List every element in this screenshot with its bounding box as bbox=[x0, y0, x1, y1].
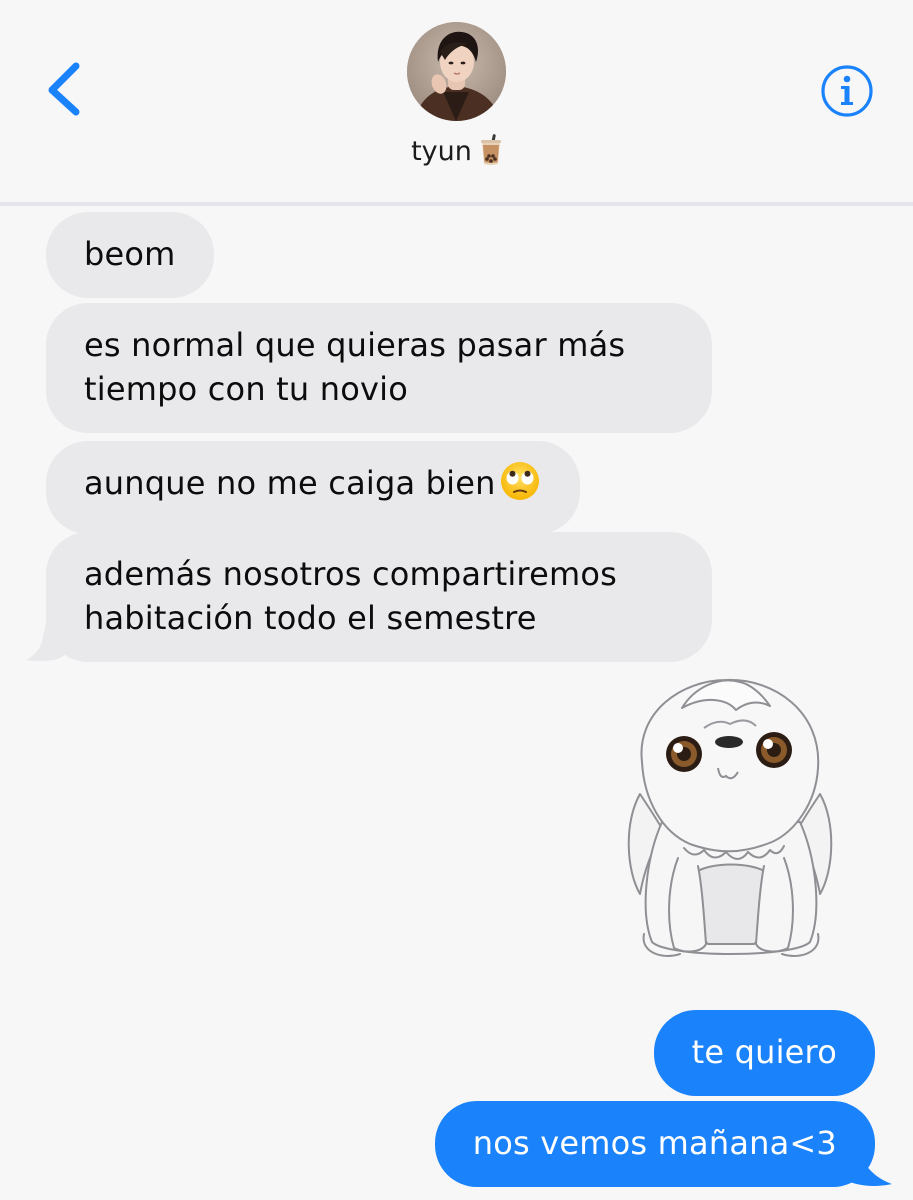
message-text: aunque no me caiga bien bbox=[84, 464, 496, 502]
contact-photo bbox=[407, 22, 506, 121]
conversation-header: tyun bbox=[0, 0, 913, 202]
contact-avatar[interactable] bbox=[407, 22, 506, 121]
message-text: beom bbox=[84, 235, 176, 273]
message-text-line: es normal que quieras pasar más bbox=[84, 326, 626, 364]
header-divider bbox=[0, 202, 913, 206]
contact-name-row[interactable]: tyun bbox=[0, 134, 913, 175]
message-bubble-outgoing[interactable]: te quiero bbox=[653, 1010, 875, 1096]
outgoing-bubble-tail bbox=[840, 1144, 892, 1186]
incoming-bubble-tail bbox=[26, 622, 68, 661]
eye-roll-emoji-icon bbox=[498, 461, 542, 512]
message-bubble-incoming[interactable]: aunque no me caiga bien bbox=[46, 441, 580, 534]
message-bubble-outgoing[interactable]: nos vemos mañana<3 bbox=[434, 1101, 875, 1187]
bubble-tea-icon bbox=[480, 134, 502, 175]
info-circle-icon bbox=[821, 65, 873, 117]
message-bubble-incoming[interactable]: beom bbox=[46, 212, 214, 298]
message-text: te quiero bbox=[691, 1033, 837, 1071]
message-bubble-incoming[interactable]: además nosotros compartiremos habitación… bbox=[46, 532, 712, 662]
message-text-line: habitación todo el semestre bbox=[84, 599, 537, 637]
white-fluffy-creature-sticker[interactable] bbox=[622, 672, 840, 962]
message-text-line: además nosotros compartiremos bbox=[84, 555, 617, 593]
back-button[interactable] bbox=[36, 54, 96, 124]
message-text: nos vemos mañana<3 bbox=[472, 1124, 837, 1162]
chevron-left-icon bbox=[48, 62, 80, 116]
message-text-line: tiempo con tu novio bbox=[84, 370, 409, 408]
contact-name: tyun bbox=[411, 136, 472, 167]
message-bubble-incoming[interactable]: es normal que quieras pasar más tiempo c… bbox=[46, 303, 712, 433]
info-button[interactable] bbox=[818, 62, 876, 120]
